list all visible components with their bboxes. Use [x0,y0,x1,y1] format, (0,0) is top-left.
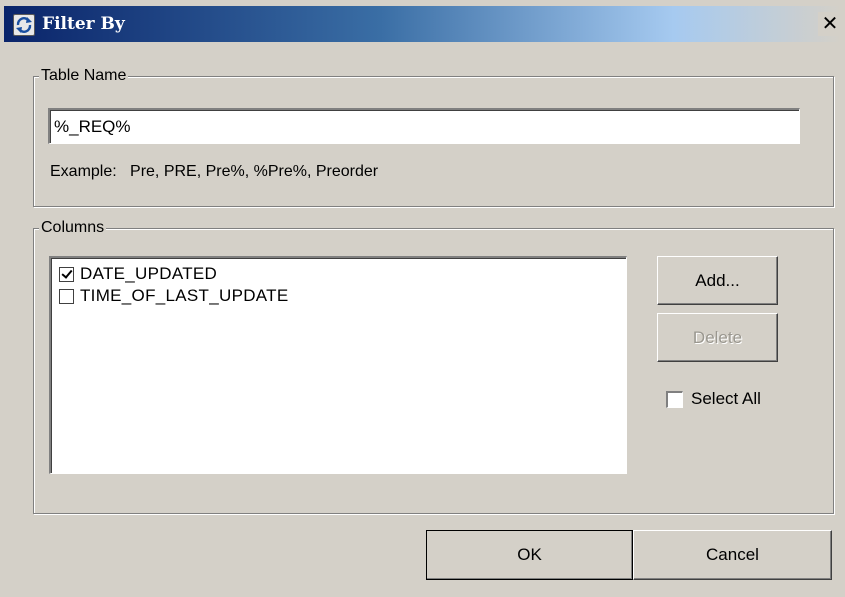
table-name-group-label: Table Name [39,67,129,85]
select-all-box[interactable] [666,390,683,408]
list-item-label: DATE_UPDATED [80,264,218,283]
refresh-icon [13,14,35,36]
select-all-label: Select All [691,389,761,408]
checkbox-date-updated[interactable] [59,266,74,282]
add-button[interactable]: Add... [657,256,778,305]
list-item-label: TIME_OF_LAST_UPDATE [80,286,289,305]
close-icon: ✕ [821,11,839,35]
checkbox-time-of-last-update[interactable] [59,288,74,304]
cancel-button[interactable]: Cancel [633,530,832,580]
example-text: Example: Pre, PRE, Pre%, %Pre%, Preorder [50,163,379,180]
table-name-input[interactable] [48,108,800,144]
window-title: Filter By [42,14,125,34]
filter-by-dialog: Filter By ✕ Table Name Example: Pre, PRE… [0,0,845,597]
ok-button[interactable]: OK [426,530,633,580]
delete-button[interactable]: Delete [657,313,778,362]
columns-list[interactable]: DATE_UPDATED TIME_OF_LAST_UPDATE [49,256,627,474]
list-item[interactable]: DATE_UPDATED [59,264,217,284]
table-name-field[interactable] [50,110,799,143]
title-bar[interactable]: Filter By ✕ [4,6,842,42]
close-button[interactable]: ✕ [818,12,842,36]
list-item[interactable]: TIME_OF_LAST_UPDATE [59,286,289,306]
select-all-checkbox[interactable]: Select All [666,389,761,409]
columns-group-label: Columns [39,219,107,237]
